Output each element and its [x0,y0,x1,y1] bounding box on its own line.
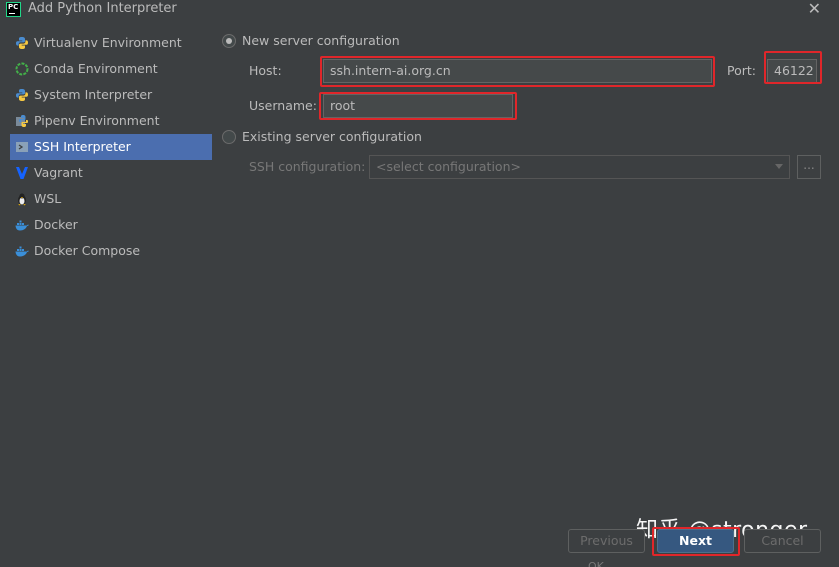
sidebar-item-label: Docker Compose [34,243,141,258]
sidebar-item-conda[interactable]: Conda Environment [0,56,213,82]
sidebar-item-label: System Interpreter [34,87,153,102]
sidebar-item-system-interpreter[interactable]: System Interpreter [0,82,213,108]
new-server-label: New server configuration [242,33,400,48]
interpreter-type-list: Virtualenv Environment Conda Environment… [0,30,213,264]
pipenv-icon [16,115,28,127]
conda-icon [15,62,29,76]
existing-server-radio[interactable] [222,130,236,144]
docker-icon [15,220,29,231]
browse-configurations-button[interactable]: ... [797,155,821,179]
sidebar-item-vagrant[interactable]: Vagrant [0,160,213,186]
previous-button[interactable]: Previous [568,529,645,553]
ok-button-cutoff: OK [588,560,604,567]
sidebar-item-label: Docker [34,217,78,232]
sidebar-item-virtualenv[interactable]: Virtualenv Environment [0,30,213,56]
title-bar: PC Add Python Interpreter ✕ [0,0,839,20]
sidebar-item-ssh-interpreter[interactable]: SSH Interpreter [10,134,212,160]
vagrant-icon [16,167,28,179]
sidebar-item-label: Virtualenv Environment [34,35,182,50]
sidebar-item-label: SSH Interpreter [34,139,131,154]
docker-icon [15,246,29,257]
existing-server-label: Existing server configuration [242,129,422,144]
python-icon [16,89,28,101]
sidebar-item-label: WSL [34,191,62,206]
sidebar-item-pipenv[interactable]: Pipenv Environment [0,108,213,134]
ssh-configuration-placeholder: <select configuration> [376,159,521,174]
ssh-configuration-label: SSH configuration: [249,159,366,174]
sidebar-item-label: Conda Environment [34,61,158,76]
sidebar-item-label: Vagrant [34,165,83,180]
ssh-configuration-select[interactable]: <select configuration> [369,155,790,179]
app-icon-text: PC [8,3,19,11]
linux-penguin-icon [18,193,26,206]
python-icon [16,37,28,49]
host-input[interactable]: ssh.intern-ai.org.cn [323,59,712,83]
new-server-radio[interactable] [222,34,236,48]
next-button[interactable]: Next [657,529,734,553]
sidebar-item-wsl[interactable]: WSL [0,186,213,212]
ssh-terminal-icon [16,142,28,152]
username-label: Username: [249,98,317,113]
chevron-down-icon [775,164,783,169]
sidebar-item-docker[interactable]: Docker [0,212,213,238]
cancel-button[interactable]: Cancel [744,529,821,553]
sidebar-item-label: Pipenv Environment [34,113,160,128]
username-input[interactable]: root [323,94,513,118]
close-icon[interactable]: ✕ [808,0,821,18]
ssh-config-panel: New server configuration Host: ssh.inter… [221,28,839,567]
port-label: Port: [727,63,756,78]
sidebar-item-docker-compose[interactable]: Docker Compose [0,238,213,264]
pycharm-app-icon: PC [6,2,21,17]
host-label: Host: [249,63,282,78]
port-input[interactable]: 46122 [767,59,817,83]
window-title: Add Python Interpreter [28,1,177,16]
